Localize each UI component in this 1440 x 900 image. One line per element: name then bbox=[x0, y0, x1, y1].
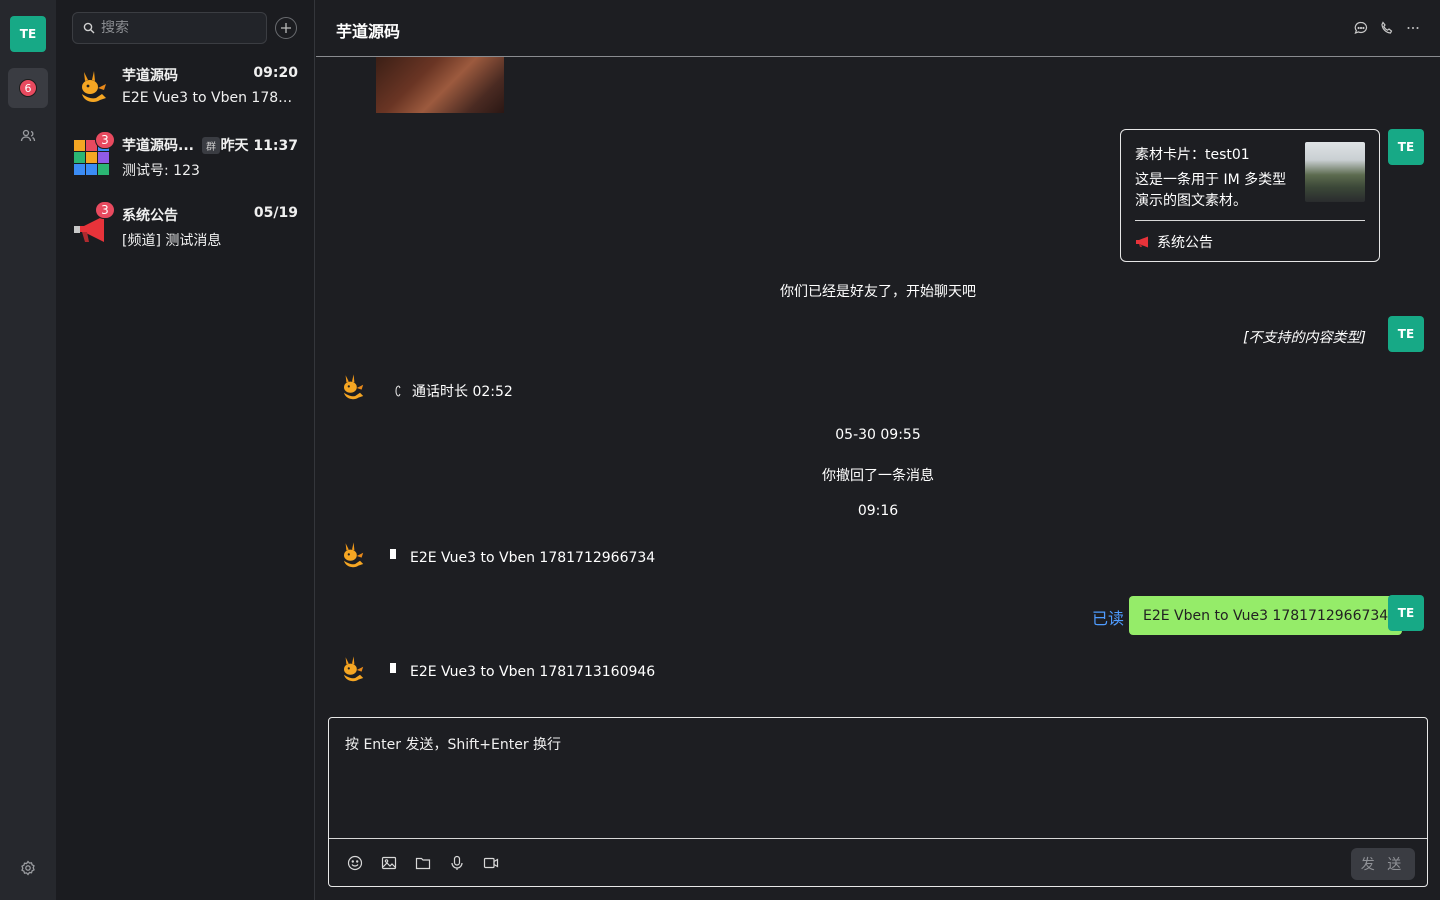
card-description: 这是一条用于 IM 多类型演示的图文素材。 bbox=[1135, 172, 1287, 209]
self-avatar[interactable]: TE bbox=[1388, 129, 1424, 165]
text-message[interactable]: E2E Vue3 to Vben 1781712966734 bbox=[390, 549, 656, 566]
mascot-avatar-icon[interactable] bbox=[336, 654, 368, 686]
chat-panel: 芋道源码 素材卡片：test01 这是一条用于 IM 多类型演示的图文素材。 系… bbox=[316, 0, 1440, 900]
unread-badge: 6 bbox=[19, 79, 37, 97]
call-duration: 通话时长 02:52 bbox=[412, 384, 513, 400]
self-text-message[interactable]: E2E Vben to Vue3 1781712966734 bbox=[1129, 596, 1403, 635]
chat-header: 芋道源码 bbox=[316, 0, 1440, 57]
add-conversation-button[interactable] bbox=[275, 17, 297, 39]
message-icon[interactable] bbox=[1354, 21, 1368, 35]
call-message[interactable]: 通话时长 02:52 bbox=[392, 381, 513, 401]
contacts-icon[interactable] bbox=[20, 128, 36, 144]
group-tag: 群 bbox=[202, 137, 220, 154]
card-footer-label: 系统公告 bbox=[1157, 235, 1213, 251]
plus-icon bbox=[281, 23, 291, 33]
unread-badge: 3 bbox=[95, 201, 115, 219]
call-icon bbox=[395, 385, 401, 397]
system-notice: 你们已经是好友了，开始聊天吧 bbox=[780, 284, 976, 300]
more-icon[interactable] bbox=[1406, 21, 1420, 35]
timestamp: 05-30 09:55 bbox=[835, 427, 921, 443]
timestamp: 09:16 bbox=[857, 503, 899, 519]
left-rail: TE 6 bbox=[0, 0, 56, 900]
conversation-item[interactable]: 3 系统公告 05/19 [频道] 测试消息 bbox=[56, 196, 314, 266]
mascot-avatar-icon bbox=[82, 71, 106, 102]
phone-icon[interactable] bbox=[1380, 21, 1394, 35]
video-icon[interactable] bbox=[483, 855, 499, 871]
megaphone-icon bbox=[1136, 236, 1148, 248]
card-title: 素材卡片：test01 bbox=[1135, 147, 1250, 163]
card-divider bbox=[1135, 220, 1365, 221]
conversation-time: 05/19 bbox=[253, 205, 298, 221]
conversation-preview: E2E Vue3 to Vben 1781712966734 bbox=[122, 90, 300, 106]
unread-badge: 3 bbox=[95, 131, 115, 149]
bubble-tail bbox=[390, 549, 396, 559]
message-text: E2E Vben to Vue3 1781712966734 bbox=[1143, 607, 1389, 624]
user-avatar[interactable]: TE bbox=[10, 16, 46, 52]
conversation-item[interactable]: 芋道源码 09:20 E2E Vue3 to Vben 178171296673… bbox=[56, 56, 314, 126]
message-input[interactable] bbox=[345, 734, 1405, 834]
search-icon bbox=[83, 22, 95, 34]
read-status: 已读 bbox=[1092, 609, 1125, 628]
chat-title: 芋道源码 bbox=[336, 22, 401, 41]
emoji-icon[interactable] bbox=[347, 855, 363, 871]
folder-icon[interactable] bbox=[415, 855, 431, 871]
image-icon[interactable] bbox=[381, 855, 397, 871]
message-text: E2E Vue3 to Vben 1781712966734 bbox=[410, 550, 656, 566]
composer-divider bbox=[329, 838, 1427, 839]
text-message[interactable]: E2E Vue3 to Vben 1781713160946 bbox=[390, 663, 656, 680]
conversation-name: 系统公告 bbox=[122, 208, 178, 224]
message-text: E2E Vue3 to Vben 1781713160946 bbox=[410, 664, 656, 680]
material-card-message[interactable]: 素材卡片：test01 这是一条用于 IM 多类型演示的图文素材。 系统公告 bbox=[1120, 129, 1380, 262]
conversation-time: 昨天 11:37 bbox=[220, 138, 298, 154]
settings-icon[interactable] bbox=[20, 860, 36, 876]
conversation-time: 09:20 bbox=[253, 65, 298, 81]
search-input[interactable] bbox=[101, 20, 251, 36]
image-message[interactable] bbox=[376, 57, 504, 113]
self-avatar[interactable]: TE bbox=[1388, 595, 1424, 631]
self-avatar[interactable]: TE bbox=[1388, 316, 1424, 352]
recall-notice: 你撤回了一条消息 bbox=[822, 468, 934, 484]
nav-chat[interactable]: 6 bbox=[8, 68, 48, 108]
conversation-preview: [频道] 测试消息 bbox=[122, 233, 222, 249]
message-composer: 发 送 bbox=[328, 717, 1428, 887]
mascot-avatar-icon[interactable] bbox=[336, 540, 368, 572]
card-footer: 系统公告 bbox=[1135, 232, 1213, 252]
bubble-tail bbox=[390, 663, 396, 673]
card-thumbnail bbox=[1305, 142, 1365, 202]
microphone-icon[interactable] bbox=[449, 855, 465, 871]
conversation-name: 芋道源码 bbox=[122, 68, 178, 84]
search-box[interactable] bbox=[72, 12, 267, 44]
unsupported-message: [不支持的内容类型] bbox=[1243, 330, 1366, 346]
conversation-preview: 测试号: 123 bbox=[122, 163, 200, 179]
conversation-item[interactable]: 3 芋道源码... 群 昨天 11:37 测试号: 123 bbox=[56, 126, 314, 196]
conversation-list: 芋道源码 09:20 E2E Vue3 to Vben 178171296673… bbox=[56, 0, 315, 900]
conversation-name: 芋道源码... bbox=[122, 138, 194, 154]
mascot-avatar-icon[interactable] bbox=[336, 372, 368, 404]
send-button[interactable]: 发 送 bbox=[1351, 848, 1415, 880]
